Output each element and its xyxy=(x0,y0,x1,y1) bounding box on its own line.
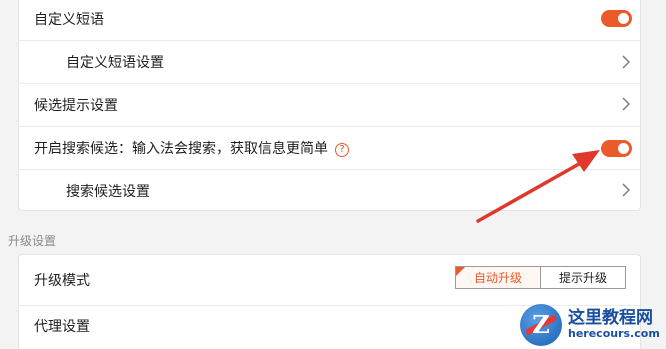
proxy-settings-label: 代理设置 xyxy=(34,319,90,335)
prompt-upgrade-label: 提示升级 xyxy=(558,271,607,285)
upgrade-mode-label: 升级模式 xyxy=(34,273,90,289)
upgrade-mode-segmented-control: 自动升级 提示升级 xyxy=(455,266,626,289)
search-candidate-row: 开启搜索候选：输入法会搜索，获取信息更简单? xyxy=(19,127,640,169)
upgrade-section-title: 升级设置 xyxy=(8,234,57,248)
watermark-domain: herecours.com xyxy=(568,326,660,340)
custom-phrase-settings-row[interactable]: 自定义短语设置 xyxy=(19,41,640,83)
prompt-upgrade-option[interactable]: 提示升级 xyxy=(541,267,625,288)
auto-upgrade-option[interactable]: 自动升级 xyxy=(456,267,541,288)
custom-phrase-toggle[interactable] xyxy=(601,10,632,27)
custom-phrase-settings-label: 自定义短语设置 xyxy=(66,55,164,71)
input-settings-card: 自定义短语 自定义短语设置 候选提示设置 开启搜索候选：输入法会搜索，获取信息更… xyxy=(18,0,641,211)
search-candidate-settings-row[interactable]: 搜索候选设置 xyxy=(19,170,640,212)
chevron-right-icon xyxy=(622,183,630,197)
toggle-knob xyxy=(618,143,629,154)
selected-corner-icon xyxy=(456,267,465,276)
search-candidate-label: 开启搜索候选：输入法会搜索，获取信息更简单? xyxy=(34,138,349,158)
question-circle-icon[interactable]: ? xyxy=(335,143,349,157)
chevron-right-icon xyxy=(622,97,630,111)
auto-upgrade-label: 自动升级 xyxy=(473,271,522,285)
custom-phrase-row: 自定义短语 xyxy=(19,0,640,40)
candidate-hint-label: 候选提示设置 xyxy=(34,97,118,114)
candidate-hint-row[interactable]: 候选提示设置 xyxy=(19,84,640,125)
search-candidate-toggle[interactable] xyxy=(601,140,632,157)
search-candidate-settings-label: 搜索候选设置 xyxy=(66,184,150,200)
watermark-name: 这里教程网 xyxy=(568,308,653,329)
toggle-knob xyxy=(618,13,629,24)
watermark-logo-icon: Z xyxy=(520,303,562,346)
chevron-right-icon xyxy=(622,55,630,69)
custom-phrase-label: 自定义短语 xyxy=(34,11,104,28)
watermark: Z 这里教程网 herecours.com xyxy=(520,300,666,349)
watermark-text: 这里教程网 herecours.com xyxy=(568,309,660,340)
